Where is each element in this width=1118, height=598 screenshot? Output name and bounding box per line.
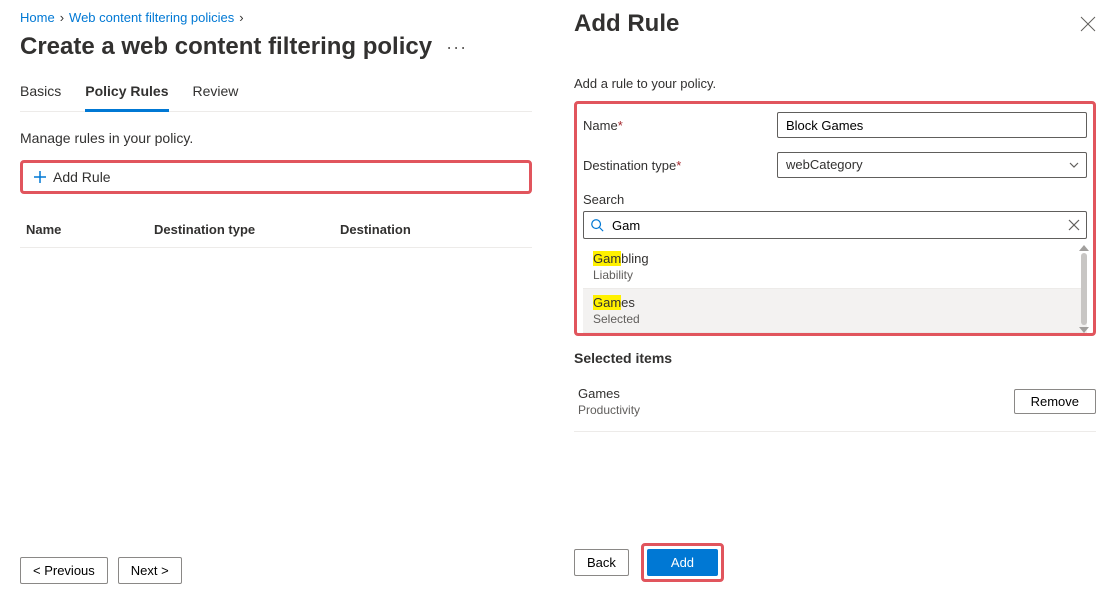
tabs: Basics Policy Rules Review <box>20 83 532 112</box>
tab-basics[interactable]: Basics <box>20 83 61 111</box>
scroll-up-icon[interactable] <box>1079 245 1089 251</box>
panel-title: Add Rule <box>574 10 679 38</box>
highlight: Gam <box>593 295 621 310</box>
more-actions-icon[interactable]: ··· <box>446 37 467 58</box>
selected-item-row: Games Productivity Remove <box>574 380 1096 432</box>
result-subtext: Selected <box>593 312 1077 326</box>
search-result-games[interactable]: Games Selected <box>583 289 1087 333</box>
results-scrollbar[interactable] <box>1079 245 1089 333</box>
breadcrumb-home[interactable]: Home <box>20 10 55 25</box>
left-footer: < Previous Next > <box>20 543 532 598</box>
tab-policy-rules[interactable]: Policy Rules <box>85 83 168 112</box>
add-rule-button[interactable]: Add Rule <box>23 163 121 191</box>
add-rule-highlight: Add Rule <box>20 160 532 194</box>
left-pane: Home › Web content filtering policies › … <box>0 0 552 598</box>
next-button[interactable]: Next > <box>118 557 182 584</box>
search-results: Gambling Liability Games Selected <box>583 245 1087 333</box>
scroll-down-icon[interactable] <box>1079 327 1089 333</box>
clear-search-icon[interactable] <box>1068 219 1080 231</box>
name-input[interactable] <box>777 112 1087 138</box>
destination-type-value: webCategory <box>777 152 1087 178</box>
search-icon <box>590 218 604 232</box>
panel-body: Add a rule to your policy. Name* Destina… <box>574 76 1096 527</box>
selected-item-title: Games <box>578 386 1014 401</box>
search-box[interactable] <box>583 211 1087 239</box>
panel-footer: Back Add <box>574 527 1096 598</box>
add-button[interactable]: Add <box>647 549 718 576</box>
breadcrumb: Home › Web content filtering policies › <box>20 10 532 25</box>
destination-type-select[interactable]: webCategory <box>777 152 1087 178</box>
rules-table-header: Name Destination type Destination <box>20 212 532 248</box>
name-row: Name* <box>583 112 1087 138</box>
result-subtext: Liability <box>593 268 1077 282</box>
previous-button[interactable]: < Previous <box>20 557 108 584</box>
search-label: Search <box>583 192 1087 207</box>
remove-button[interactable]: Remove <box>1014 389 1096 414</box>
scroll-thumb[interactable] <box>1081 253 1087 325</box>
add-rule-panel: Add Rule Add a rule to your policy. Name… <box>552 0 1118 598</box>
close-icon[interactable] <box>1080 16 1096 32</box>
selected-items-header: Selected items <box>574 350 1096 366</box>
col-destination: Destination <box>340 222 526 237</box>
page-title-row: Create a web content filtering policy ··… <box>20 33 532 61</box>
breadcrumb-filtering-policies[interactable]: Web content filtering policies <box>69 10 234 25</box>
destination-type-row: Destination type* webCategory <box>583 152 1087 178</box>
search-result-gambling[interactable]: Gambling Liability <box>583 245 1087 289</box>
chevron-right-icon: › <box>60 10 64 25</box>
selected-item-subtitle: Productivity <box>578 403 1014 417</box>
panel-subtitle: Add a rule to your policy. <box>574 76 1096 91</box>
chevron-right-icon: › <box>239 10 243 25</box>
add-button-highlight: Add <box>641 543 724 582</box>
back-button[interactable]: Back <box>574 549 629 576</box>
tab-review[interactable]: Review <box>193 83 239 111</box>
search-input[interactable] <box>612 218 1068 233</box>
panel-header: Add Rule <box>574 10 1096 38</box>
plus-icon <box>33 170 47 184</box>
manage-rules-description: Manage rules in your policy. <box>20 130 532 146</box>
highlight: Gam <box>593 251 621 266</box>
selected-item-text: Games Productivity <box>578 386 1014 417</box>
page-title: Create a web content filtering policy <box>20 33 432 61</box>
name-label: Name* <box>583 118 777 133</box>
add-rule-label: Add Rule <box>53 169 111 185</box>
chevron-down-icon <box>1069 160 1079 170</box>
form-highlight-box: Name* Destination type* webCategory Sear… <box>574 101 1096 336</box>
col-destination-type: Destination type <box>154 222 340 237</box>
col-name: Name <box>26 222 154 237</box>
destination-type-label: Destination type* <box>583 158 777 173</box>
